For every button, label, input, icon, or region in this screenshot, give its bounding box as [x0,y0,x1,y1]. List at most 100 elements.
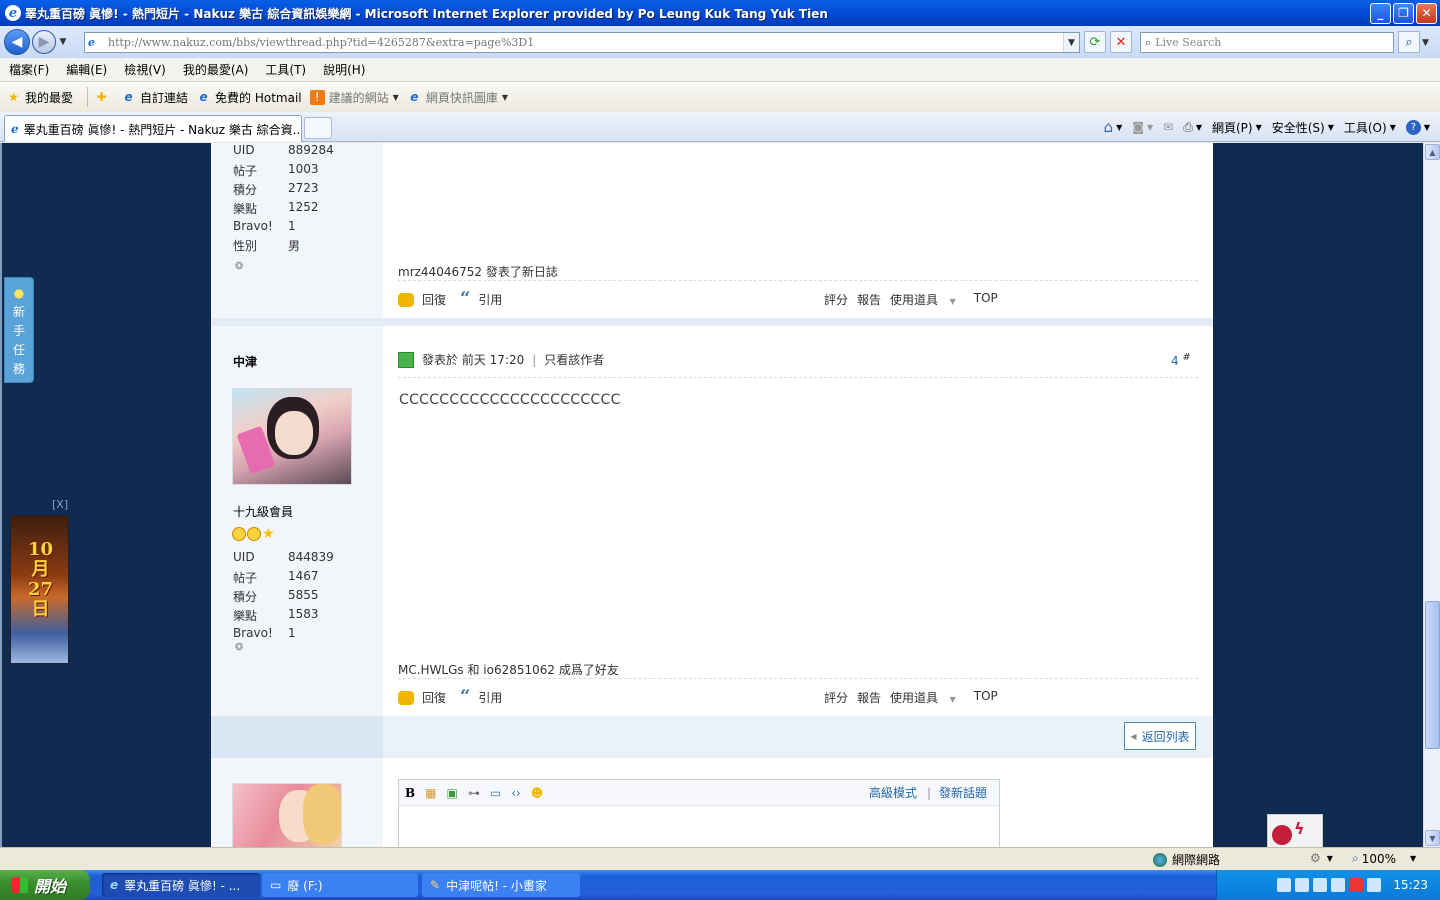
stat-value: 1583 [288,607,319,621]
start-button[interactable]: 開始 [0,870,90,900]
scroll-down-button[interactable]: ▼ [1425,830,1440,846]
promo-close-button[interactable]: [X] [52,498,68,511]
security-zone: 網際網路 [1153,851,1220,868]
prev-reply-button[interactable]: 回復 [398,291,446,308]
use-tools-link[interactable]: 使用道具 ▼ [890,291,965,308]
image-insert-icon[interactable]: ▣ [447,786,458,800]
profile-arrow [382,810,392,830]
rate-link[interactable]: 評分 [824,291,848,308]
code-icon[interactable]: ‹› [511,786,521,800]
use-tools-link[interactable]: 使用道具 ▼ [890,689,965,706]
close-button[interactable]: ✕ [1416,2,1437,24]
menu-view[interactable]: 檢視(V) [115,61,174,78]
scroll-thumb[interactable] [1425,601,1440,749]
new-user-task-widget[interactable]: ● 新 手 任 務 [4,277,34,383]
post4-quote-button[interactable]: “ 引用 [460,688,502,706]
fav-link-custom-links[interactable]: e 自訂連結 [121,89,188,106]
clock[interactable]: 15:23 [1393,878,1428,892]
vertical-scrollbar[interactable]: ▲ ▼ [1423,143,1440,847]
add-favorite-button[interactable]: ✚ [94,90,113,105]
fav-link-suggested-sites[interactable]: ! 建議的網站 ▼ [309,89,399,106]
report-link[interactable]: 報告 [857,689,881,706]
feeds-button[interactable]: ◙ ▼ [1132,120,1153,134]
new-tab-button[interactable] [304,117,332,139]
stat-key: 帖子 [233,164,258,178]
back-to-list-button[interactable]: ◀ 返回列表 [1124,722,1196,750]
post4-reply-button[interactable]: 回復 [398,689,446,706]
home-button[interactable]: ⌂ ▼ [1104,118,1123,136]
search-options-dropdown[interactable]: ▼ [1422,38,1429,48]
taskbar-item-ie[interactable]: e 睪丸重百磅 眞慘! - ... [102,873,260,897]
display-icon[interactable] [1367,878,1382,892]
taskbar-item-drive[interactable]: ▭ 廢 (F:) [262,873,418,897]
current-user-avatar[interactable] [232,783,342,847]
report-link[interactable]: 報告 [857,291,881,308]
fav-link-web-slice-gallery[interactable]: e 網頁快訊圖庫 ▼ [407,89,508,106]
link-icon[interactable]: ⊶ [468,786,480,800]
address-field[interactable]: e http://www.nakuz.com/bbs/viewthread.ph… [84,32,1080,53]
post4-author-name[interactable]: 中津 [233,353,257,370]
menu-edit[interactable]: 編輯(E) [57,61,115,78]
ie-logo-icon: e [5,5,21,21]
live-search-input[interactable]: ⌕ Live Search [1140,32,1394,53]
menu-file[interactable]: 檔案(F) [0,61,57,78]
page-viewport: ● 新 手 任 務 [X] 10 月 27 日 UID 889284 帖子 1003… [0,143,1440,847]
post4-floor[interactable]: 4 # [1171,352,1191,368]
tray-expand-icon[interactable] [1277,878,1292,892]
search-go-button[interactable]: ⌕ [1398,31,1420,53]
antivirus-icon[interactable] [1349,878,1364,892]
address-dropdown-button[interactable]: ▼ [1063,33,1079,52]
favorites-center-button[interactable]: ★ 我的最愛 [6,89,73,106]
taskbar-item-paint[interactable]: ✎ 中津呢帖! - 小畫家 [422,873,580,897]
safety-menu-button[interactable]: 安全性(S) ▼ [1272,119,1334,136]
stat-row: 積分 5855 [233,588,319,605]
only-author-link[interactable]: 只看該作者 [544,351,604,368]
online-status-icon [398,351,414,368]
stop-button[interactable]: ✕ [1110,31,1132,53]
post4-avatar[interactable] [232,388,352,485]
page-menu-button[interactable]: 網頁(P) ▼ [1212,119,1262,136]
menu-favorites[interactable]: 我的最愛(A) [174,61,257,78]
forward-button[interactable]: ▶ [32,30,56,54]
command-bar: ⌂ ▼ ◙ ▼ ✉ ⎙ ▼ 網頁(P) ▼ 安全性(S) ▼ 工具(O) ▼ ? ▼ [1104,112,1440,142]
bold-button[interactable]: B [405,786,415,800]
fav-link-hotmail[interactable]: e 免費的 Hotmail [196,89,301,106]
read-mail-button[interactable]: ✉ [1163,120,1173,134]
rate-link[interactable]: 評分 [824,689,848,706]
print-button[interactable]: ⎙ ▼ [1183,120,1202,135]
emoticon-icon[interactable]: ☻ [531,786,544,800]
prev-post-activity: mrz44046752 發表了新日誌 [398,265,558,279]
protected-mode-button[interactable]: ⚙ ▼ [1310,851,1333,865]
task-widget-char: 任 [12,343,25,357]
chevron-down-icon: ▼ [1410,854,1417,863]
prev-quote-button[interactable]: “ 引用 [460,290,502,308]
help-menu-button[interactable]: ? ▼ [1405,119,1430,135]
quote-bubble-icon[interactable]: ▭ [490,786,501,800]
quick-reply-editor[interactable]: B ▦ ▣ ⊶ ▭ ‹› ☻ 高級模式 | 發新話題 [398,779,1000,847]
new-topic-link[interactable]: 發新話題 [939,784,987,801]
tab-active[interactable]: e 睪丸重百磅 眞慘! - 熱門短片 - Nakuz 樂古 綜合資... [4,115,302,142]
restore-button[interactable]: ❐ [1393,2,1414,24]
back-button[interactable]: ◀ [4,29,30,55]
top-link[interactable]: TOP [974,291,998,308]
color-picker-icon[interactable]: ▦ [425,786,436,800]
refresh-button[interactable]: ⟳ [1084,31,1106,53]
home-icon: ⌂ [1103,118,1114,136]
floating-corner-widget[interactable]: ϟ [1267,814,1323,847]
minimize-button[interactable]: _ [1370,2,1391,24]
history-dropdown-button[interactable]: ▼ [56,37,70,47]
zoom-button[interactable]: ⌕ 100% ▼ [1352,851,1416,866]
msn-icon[interactable] [1331,878,1346,892]
window-title-bar[interactable]: e 睪丸重百磅 眞慘! - 熱門短片 - Nakuz 樂古 綜合資訊娛樂網 - … [0,0,1440,26]
floor-number: 4 [1171,354,1179,368]
advanced-mode-link[interactable]: 高級模式 [869,784,917,801]
volume-icon[interactable] [1313,878,1328,892]
stat-row: 積分 2723 [233,181,319,198]
tools-menu-button[interactable]: 工具(O) ▼ [1344,119,1396,136]
menu-help[interactable]: 說明(H) [314,61,373,78]
menu-tools[interactable]: 工具(T) [256,61,314,78]
scroll-up-button[interactable]: ▲ [1425,144,1440,160]
network-icon[interactable] [1295,878,1310,892]
promo-banner-ad[interactable]: 10 月 27 日 [10,515,69,664]
top-link[interactable]: TOP [974,689,998,706]
